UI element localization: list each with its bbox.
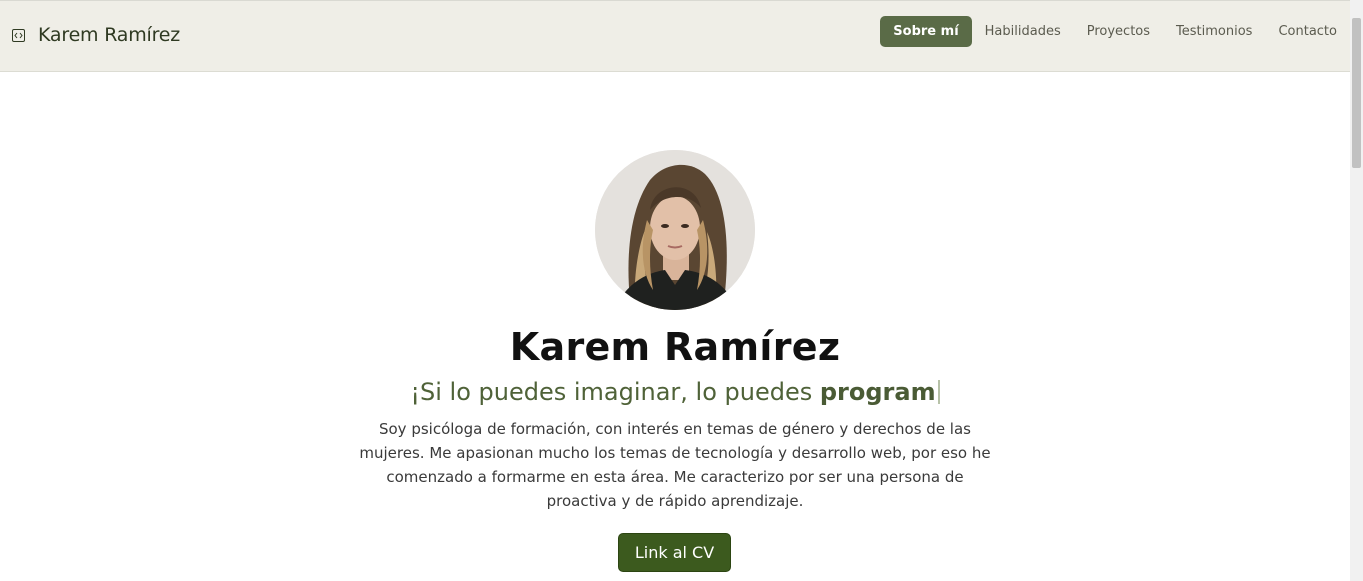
code-icon (12, 28, 25, 42)
nav-item-contacto[interactable]: Contacto (1265, 16, 1350, 47)
nav-links: Sobre mí Habilidades Proyectos Testimoni… (880, 15, 1350, 47)
nav-item-habilidades[interactable]: Habilidades (972, 16, 1074, 47)
nav-item-proyectos[interactable]: Proyectos (1074, 16, 1163, 47)
nav-item-testimonios[interactable]: Testimonios (1163, 16, 1265, 47)
hero-bio: Soy psicóloga de formación, con interés … (359, 420, 991, 510)
scrollbar-thumb[interactable] (1352, 18, 1361, 168)
brand-name: Karem Ramírez (38, 24, 181, 46)
typing-caret (937, 380, 940, 404)
tagline-text: ¡Si lo puedes imaginar, lo puedes (410, 378, 820, 406)
profile-photo (595, 150, 755, 310)
cv-link-button[interactable]: Link al CV (618, 533, 731, 572)
scrollbar[interactable] (1350, 0, 1363, 581)
navbar: Karem Ramírez Sobre mí Habilidades Proye… (0, 1, 1350, 72)
tagline-typed-word: program (819, 378, 936, 406)
nav-item-sobre-mi[interactable]: Sobre mí (880, 15, 972, 47)
brand[interactable]: Karem Ramírez (12, 24, 180, 46)
hero-name: Karem Ramírez (509, 325, 841, 369)
hero-tagline: ¡Si lo puedes imaginar, lo puedes progra… (0, 378, 1350, 406)
